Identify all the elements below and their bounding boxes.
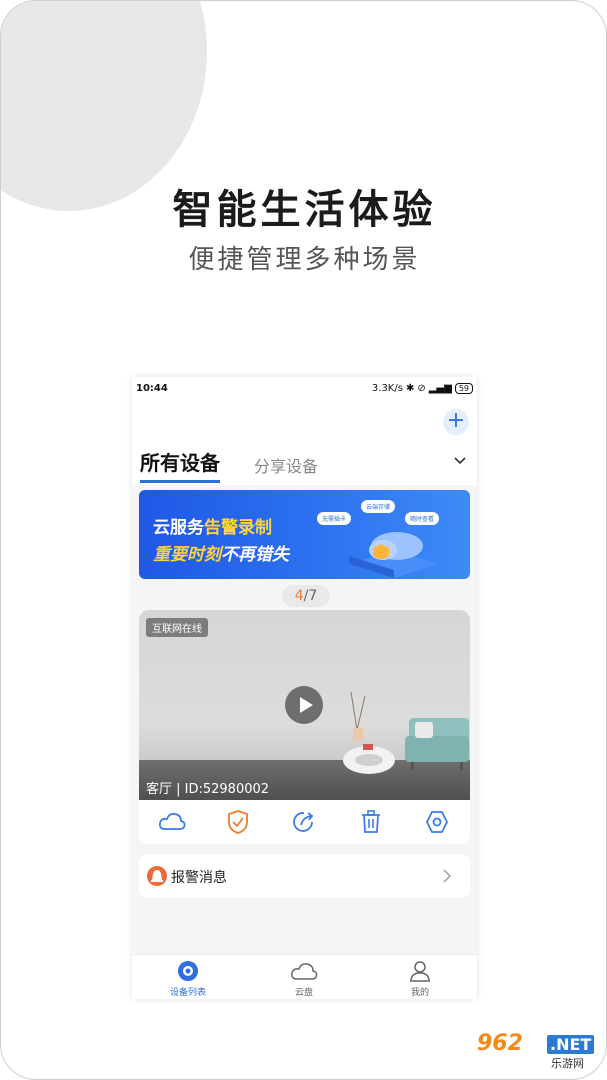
screenshot-frame: 智能生活体验 便捷管理多种场景 10:44 3.3K/s ✱ ⊘ ▂▄▆ 59 …: [0, 0, 607, 1080]
play-button[interactable]: [285, 686, 323, 724]
nav-label: 我的: [410, 988, 429, 998]
nav-profile[interactable]: 我的: [380, 959, 460, 998]
banner-pill: 随时查看: [405, 512, 440, 525]
page-total: 7: [308, 588, 318, 604]
status-time: 10:44: [136, 383, 168, 394]
banner-line-2: 重要时刻不再错失: [153, 540, 289, 565]
share-icon[interactable]: [290, 808, 318, 836]
online-status-badge: 互联网在线: [146, 618, 208, 637]
chevron-down-icon[interactable]: [453, 453, 467, 467]
cloud-shield-illustration: [349, 532, 439, 578]
banner-line-1-prefix: 云服务: [153, 518, 204, 538]
alarm-messages-row[interactable]: 报警消息: [139, 854, 470, 898]
banner-line-2-highlight: 重要时刻: [153, 545, 221, 565]
bottom-navigation: 设备列表 云盘 我的: [132, 954, 477, 999]
watermark-logo: 962: [477, 1031, 523, 1056]
alarm-bell-icon: [147, 866, 167, 886]
profile-icon: [410, 961, 430, 982]
banner-line-1-highlight: 告警录制: [204, 518, 272, 538]
status-bar: 10:44 3.3K/s ✱ ⊘ ▂▄▆ 59: [132, 377, 477, 401]
page-indicator: 4/7: [282, 585, 330, 607]
cloud-icon: [291, 963, 318, 980]
tab-shared-devices[interactable]: 分享设备: [254, 453, 318, 477]
device-card[interactable]: 互联网在线 客厅 | ID:52980002: [139, 610, 470, 844]
device-list-icon: [178, 961, 198, 981]
trash-icon[interactable]: [357, 808, 385, 836]
banner-pill: 云端存储: [361, 500, 396, 513]
promo-subline: 便捷管理多种场景: [188, 245, 421, 275]
watermark-name: 乐游网: [551, 1057, 584, 1070]
network-speed: 3.3K/s: [371, 383, 403, 394]
chevron-right-icon: [443, 869, 452, 883]
alarm-label: 报警消息: [171, 870, 227, 886]
nav-cloud-disk[interactable]: 云盘: [264, 959, 344, 998]
nav-label: 云盘: [294, 988, 313, 998]
cloud-icon[interactable]: [158, 808, 186, 836]
banner-line-2-suffix: 不再错失: [221, 545, 289, 565]
site-watermark: 962 .NET 乐游网: [473, 1031, 603, 1071]
camera-preview[interactable]: 互联网在线 客厅 | ID:52980002: [139, 610, 470, 800]
table-illustration: [343, 691, 395, 774]
promo-headline: 智能生活体验: [172, 187, 437, 233]
plus-icon: +: [446, 408, 466, 433]
banner-pill: 无需插卡: [317, 512, 352, 525]
nav-device-list[interactable]: 设备列表: [148, 959, 228, 998]
tab-all-devices[interactable]: 所有设备: [140, 447, 220, 483]
add-device-button[interactable]: +: [443, 409, 469, 435]
nav-label: 设备列表: [169, 988, 206, 998]
page-current: 4: [294, 588, 304, 604]
alarm-off-icon: ⊘: [417, 383, 426, 394]
play-icon: [300, 697, 313, 713]
status-indicators: 3.3K/s ✱ ⊘ ▂▄▆ 59: [372, 383, 473, 394]
app-header: + 所有设备 分享设备: [132, 401, 477, 485]
settings-icon[interactable]: [423, 808, 451, 836]
banner-line-1: 云服务告警录制: [153, 513, 272, 538]
phone-screen: 10:44 3.3K/s ✱ ⊘ ▂▄▆ 59 + 所有设备 分享设备 云服务告…: [132, 377, 477, 999]
signal-icon: ▂▄▆: [428, 383, 452, 394]
device-toolbar: [139, 800, 470, 844]
sofa-illustration: [405, 718, 469, 770]
promo-banner[interactable]: 云服务告警录制 重要时刻不再错失 无需插卡 云端存储 随时查看: [139, 490, 470, 579]
watermark-domain: .NET: [547, 1035, 595, 1054]
bluetooth-icon: ✱: [405, 383, 415, 394]
battery-indicator: 59: [454, 383, 473, 394]
shield-icon[interactable]: [224, 808, 252, 836]
camera-label: 客厅 | ID:52980002: [146, 782, 270, 797]
